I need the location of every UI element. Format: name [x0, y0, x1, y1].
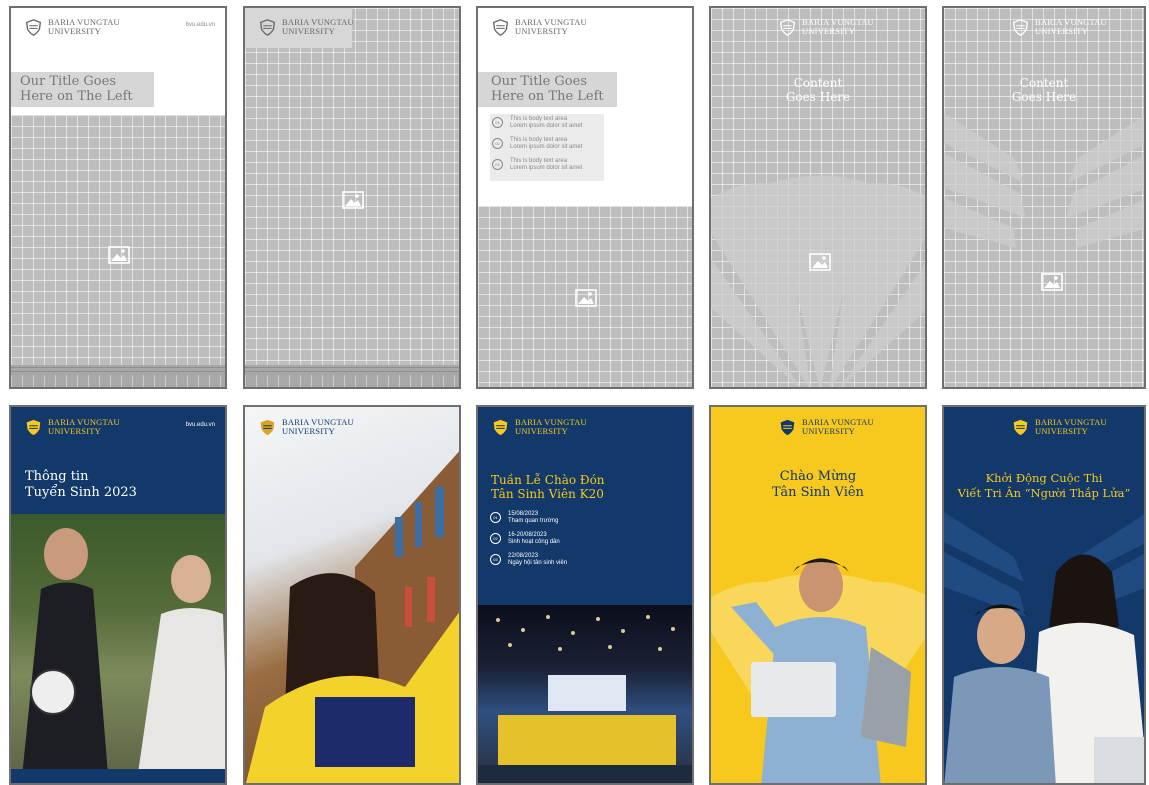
logo: BARIA VUNGTAU UNIVERSITY [779, 18, 874, 36]
item-text: 22/08/2023 Ngày hội tân sinh viên [508, 553, 568, 566]
university-crest-icon [1012, 18, 1029, 36]
logo: BARIA VUNGTAU UNIVERSITY [492, 418, 587, 436]
design-card-2[interactable]: BARIA VUNGTAU UNIVERSITY [243, 405, 461, 785]
logo-text: BARIA VUNGTAU UNIVERSITY [48, 17, 120, 36]
logo: BARIA VUNGTAU UNIVERSITY [1012, 18, 1107, 36]
logo-text: BARIA VUNGTAU UNIVERSITY [282, 417, 354, 436]
students-photo [944, 554, 1144, 783]
list-item: 03 This is body text area Lorem ipsum dol… [492, 158, 602, 172]
logo-text: BARIA VUNGTAU UNIVERSITY [1035, 17, 1107, 36]
design-card-3[interactable]: BARIA VUNGTAU UNIVERSITY Tuần Lễ Chào Đó… [476, 405, 694, 785]
sunburst-motif [711, 175, 925, 387]
item-text: This is body text area Lorem ipsum dolor… [510, 116, 583, 129]
template-card-1[interactable]: BARIA VUNGTAU UNIVERSITY bvu.edu.vn Our … [9, 6, 227, 389]
website-url: bvu.edu.vn [185, 422, 215, 428]
template-title: Our Title Goes Here on The Left [11, 72, 154, 107]
university-crest-icon [779, 18, 796, 36]
event-photo [478, 605, 692, 783]
item-number: 03 [492, 159, 503, 170]
design-card-5[interactable]: BARIA VUNGTAU UNIVERSITY Khởi Động Cuộc … [942, 405, 1146, 785]
item-number: 02 [492, 138, 503, 149]
body-list: 01 This is body text area Lorem ipsum dol… [490, 114, 604, 181]
design-title: Thông tin Tuyển Sinh 2023 [25, 469, 137, 500]
logo: BARIA VUNGTAU UNIVERSITY [259, 18, 354, 36]
item-number: 03 [490, 554, 501, 565]
list-item: 02 This is body text area Lorem ipsum dol… [492, 137, 602, 151]
list-item: 01 This is body text area Lorem ipsum dol… [492, 116, 602, 130]
logo: BARIA VUNGTAU UNIVERSITY [25, 418, 120, 436]
item-text: This is body text area Lorem ipsum dolor… [510, 137, 583, 150]
logo-text: BARIA VUNGTAU UNIVERSITY [802, 17, 874, 36]
image-placeholder-icon [108, 246, 130, 264]
list-item: 01 15/08/2023 Tham quan trường [490, 511, 640, 525]
logo-text: BARIA VUNGTAU UNIVERSITY [48, 417, 120, 436]
template-card-4[interactable]: BARIA VUNGTAU UNIVERSITY Content Goes He… [709, 6, 927, 389]
logo: BARIA VUNGTAU UNIVERSITY [259, 418, 354, 436]
image-area [11, 115, 225, 365]
template-title: Our Title Goes Here on The Left [478, 72, 617, 107]
students-photo [11, 514, 225, 783]
logo-text: BARIA VUNGTAU UNIVERSITY [515, 17, 587, 36]
template-title: Content Goes Here [1011, 76, 1077, 104]
template-card-5[interactable]: BARIA VUNGTAU UNIVERSITY Content Goes He… [942, 6, 1146, 389]
website-url: bvu.edu.vn [185, 22, 215, 28]
university-crest-icon [25, 18, 42, 36]
image-placeholder-icon [575, 289, 597, 307]
template-card-2[interactable]: BARIA VUNGTAU UNIVERSITY [243, 6, 461, 389]
logo: BARIA VUNGTAU UNIVERSITY [492, 18, 587, 36]
item-text: 15/08/2023 Tham quan trường [508, 511, 559, 524]
design-card-1[interactable]: BARIA VUNGTAU UNIVERSITY bvu.edu.vn Thôn… [9, 405, 227, 785]
wing-motif [944, 113, 1144, 248]
university-crest-icon [492, 18, 509, 36]
university-crest-icon [493, 419, 508, 435]
template-title: Content Goes Here [785, 76, 851, 104]
footer-band [245, 365, 459, 387]
logo-text: BARIA VUNGTAU UNIVERSITY [515, 417, 587, 436]
item-number: 01 [492, 117, 503, 128]
design-title: Tuần Lễ Chào Đón Tân Sinh Viên K20 [491, 473, 605, 501]
student-photo [731, 558, 911, 783]
university-crest-icon [259, 18, 276, 36]
item-number: 01 [490, 512, 501, 523]
image-placeholder-icon [1041, 273, 1063, 291]
university-crest-icon [26, 419, 41, 435]
item-number: 02 [490, 533, 501, 544]
logo: BARIA VUNGTAU UNIVERSITY [25, 18, 120, 36]
university-crest-icon [260, 419, 275, 435]
image-placeholder-icon [809, 253, 831, 271]
schedule-list: 01 15/08/2023 Tham quan trường 02 16-20/08… [490, 511, 640, 574]
library-photo [245, 407, 459, 783]
item-text: This is body text area Lorem ipsum dolor… [510, 158, 583, 171]
list-item: 03 22/08/2023 Ngày hội tân sinh viên [490, 553, 640, 567]
item-text: 16-20/08/2023 Sinh hoạt công dân [508, 532, 560, 545]
image-placeholder-icon [342, 191, 364, 209]
logo-text: BARIA VUNGTAU UNIVERSITY [282, 17, 354, 36]
list-item: 02 16-20/08/2023 Sinh hoạt công dân [490, 532, 640, 546]
footer-band [11, 365, 225, 387]
design-card-4[interactable]: BARIA VUNGTAU UNIVERSITY Chào Mừng Tân S… [709, 405, 927, 785]
template-card-3[interactable]: BARIA VUNGTAU UNIVERSITY Our Title Goes … [476, 6, 694, 389]
